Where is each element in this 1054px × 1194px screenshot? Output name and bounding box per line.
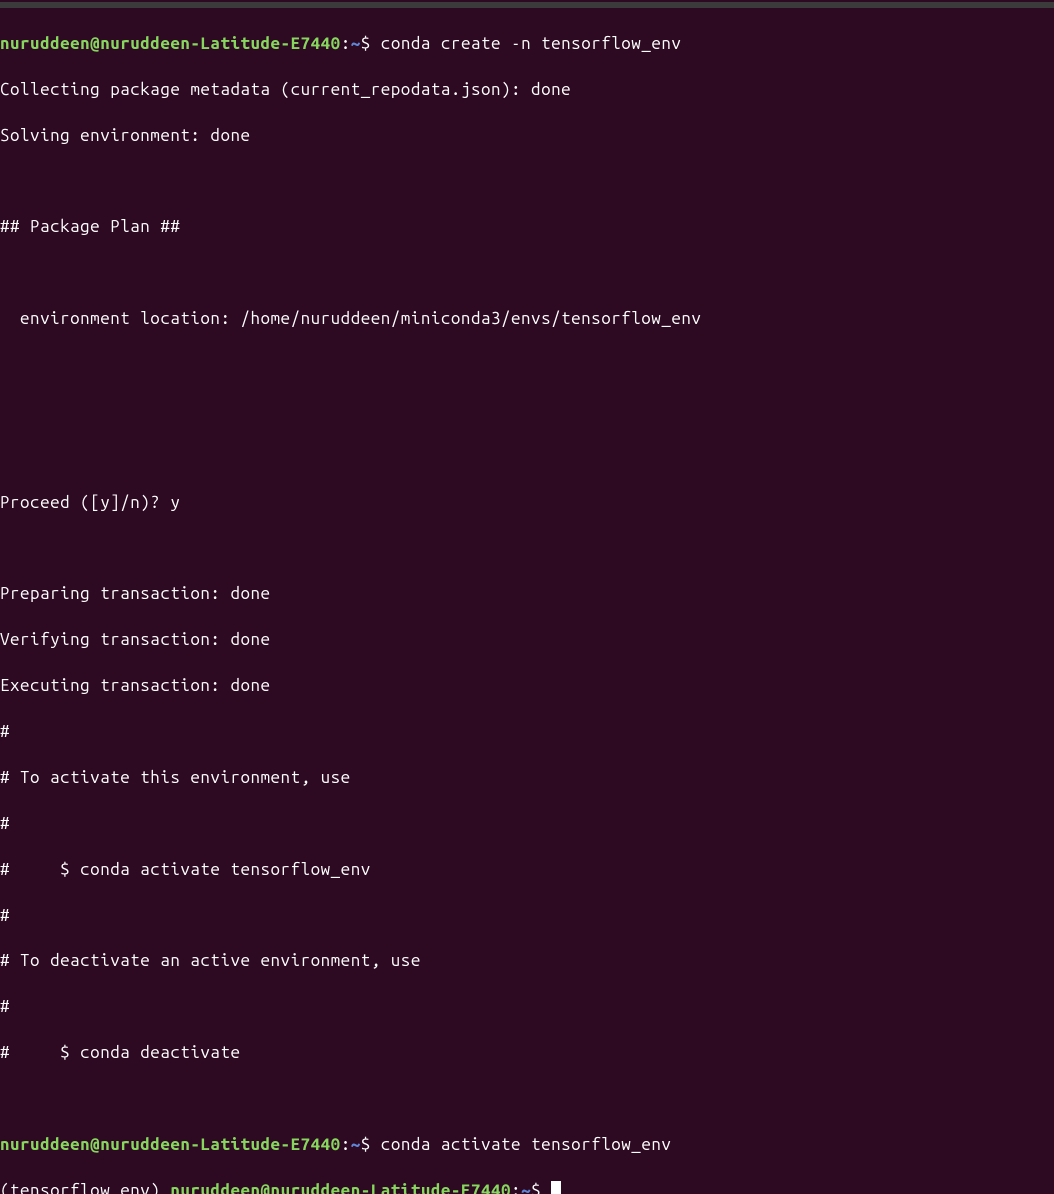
blank-line xyxy=(0,400,1054,423)
output-line: # $ conda activate tensorflow_env xyxy=(0,859,1054,882)
prompt-dollar: $ xyxy=(361,34,381,53)
output-line: Executing transaction: done xyxy=(0,675,1054,698)
terminal-output-area[interactable]: nuruddeen@nuruddeen-Latitude-E7440:~$ co… xyxy=(0,10,1054,1194)
blank-line xyxy=(0,354,1054,377)
output-line: Verifying transaction: done xyxy=(0,629,1054,652)
window-titlebar xyxy=(0,2,1054,8)
output-line: # To deactivate an active environment, u… xyxy=(0,950,1054,973)
prompt-path: ~ xyxy=(521,1181,531,1194)
prompt-dollar: $ xyxy=(361,1135,381,1154)
blank-line xyxy=(0,446,1054,469)
output-line: # xyxy=(0,905,1054,928)
cursor[interactable] xyxy=(551,1181,561,1194)
prompt-line-3: (tensorflow_env) nuruddeen@nuruddeen-Lat… xyxy=(0,1180,1054,1194)
prompt-path: ~ xyxy=(351,34,361,53)
blank-line xyxy=(0,171,1054,194)
prompt-colon: : xyxy=(341,34,351,53)
env-prefix: (tensorflow_env) xyxy=(0,1181,170,1194)
blank-line xyxy=(0,262,1054,285)
output-line: ## Package Plan ## xyxy=(0,216,1054,239)
prompt-user-host: nuruddeen@nuruddeen-Latitude-E7440 xyxy=(170,1181,511,1194)
output-line: Solving environment: done xyxy=(0,125,1054,148)
output-line: Preparing transaction: done xyxy=(0,583,1054,606)
prompt-colon: : xyxy=(511,1181,521,1194)
output-line: # xyxy=(0,813,1054,836)
blank-line xyxy=(0,1088,1054,1111)
prompt-user-host: nuruddeen@nuruddeen-Latitude-E7440 xyxy=(0,34,341,53)
output-line: # $ conda deactivate xyxy=(0,1042,1054,1065)
blank-line xyxy=(0,538,1054,561)
prompt-line-2: nuruddeen@nuruddeen-Latitude-E7440:~$ co… xyxy=(0,1134,1054,1157)
command-text: conda activate tensorflow_env xyxy=(381,1135,672,1154)
prompt-dollar: $ xyxy=(531,1181,551,1194)
output-line: environment location: /home/nuruddeen/mi… xyxy=(0,308,1054,331)
prompt-colon: : xyxy=(341,1135,351,1154)
command-text: conda create -n tensorflow_env xyxy=(381,34,682,53)
output-line: Proceed ([y]/n)? y xyxy=(0,492,1054,515)
output-line: # xyxy=(0,721,1054,744)
output-line: Collecting package metadata (current_rep… xyxy=(0,79,1054,102)
prompt-user-host: nuruddeen@nuruddeen-Latitude-E7440 xyxy=(0,1135,341,1154)
prompt-path: ~ xyxy=(351,1135,361,1154)
output-line: # xyxy=(0,996,1054,1019)
output-line: # To activate this environment, use xyxy=(0,767,1054,790)
prompt-line-1: nuruddeen@nuruddeen-Latitude-E7440:~$ co… xyxy=(0,33,1054,56)
